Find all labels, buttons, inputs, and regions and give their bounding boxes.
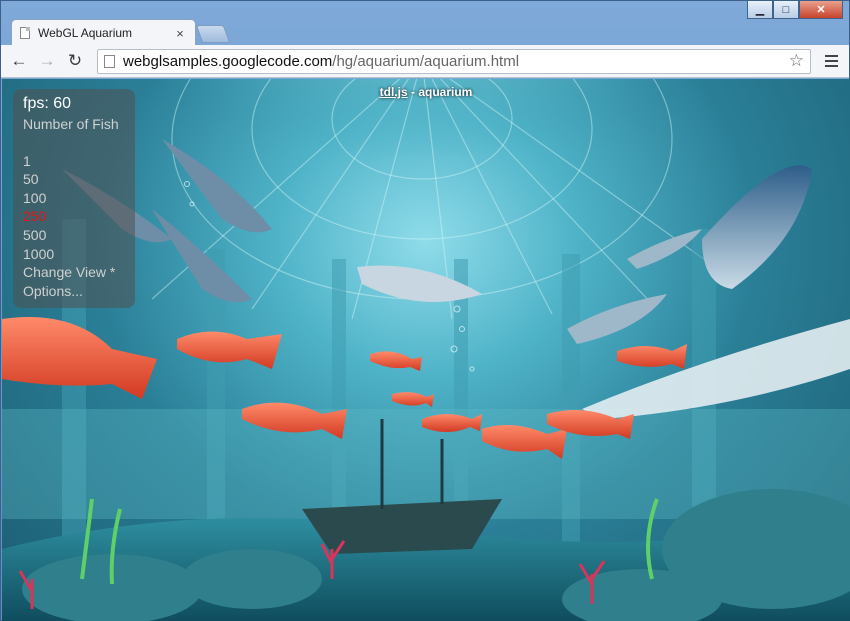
fish-option-1[interactable]: 1: [23, 152, 125, 171]
reload-icon[interactable]: ↻: [63, 49, 87, 73]
fps-counter: fps: 60: [23, 95, 72, 112]
page-icon: [20, 27, 30, 39]
fish-option-250[interactable]: 250: [23, 207, 125, 226]
fish-option-1000[interactable]: 1000: [23, 245, 125, 264]
browser-window: ▁ □ ✕ WebGL Aquarium × ← → ↻ webglsample…: [0, 0, 850, 621]
tab-close-icon[interactable]: ×: [173, 26, 187, 41]
new-tab-button[interactable]: [195, 25, 231, 43]
webgl-canvas[interactable]: tdl.js - aquarium fps: 60 Number of Fish…: [2, 79, 850, 621]
url-path: /hg/aquarium/aquarium.html: [332, 52, 520, 70]
number-of-fish-label: Number of Fish: [23, 116, 119, 132]
tdl-link[interactable]: tdl.js: [380, 85, 408, 99]
tab-webgl-aquarium[interactable]: WebGL Aquarium ×: [11, 19, 196, 46]
menu-icon[interactable]: [819, 49, 843, 73]
address-bar[interactable]: webglsamples.googlecode.com /hg/aquarium…: [97, 48, 811, 74]
tab-strip: WebGL Aquarium ×: [1, 15, 849, 46]
page-icon: [104, 54, 115, 68]
fish-option-500[interactable]: 500: [23, 226, 125, 245]
fish-option-50[interactable]: 50: [23, 170, 125, 189]
header-text: - aquarium: [407, 85, 473, 99]
controls-panel: fps: 60 Number of Fish 1 50 100 250 500 …: [13, 89, 135, 308]
browser-toolbar: ← → ↻ webglsamples.googlecode.com /hg/aq…: [1, 45, 849, 78]
tab-title: WebGL Aquarium: [38, 26, 133, 40]
back-icon[interactable]: ←: [7, 49, 31, 73]
forward-icon[interactable]: →: [35, 49, 59, 73]
url-host: webglsamples.googlecode.com: [123, 52, 333, 70]
bookmark-star-icon[interactable]: ☆: [789, 51, 804, 71]
options-button[interactable]: Options...: [23, 282, 125, 301]
fish-option-100[interactable]: 100: [23, 189, 125, 208]
change-view-button[interactable]: Change View *: [23, 263, 125, 282]
